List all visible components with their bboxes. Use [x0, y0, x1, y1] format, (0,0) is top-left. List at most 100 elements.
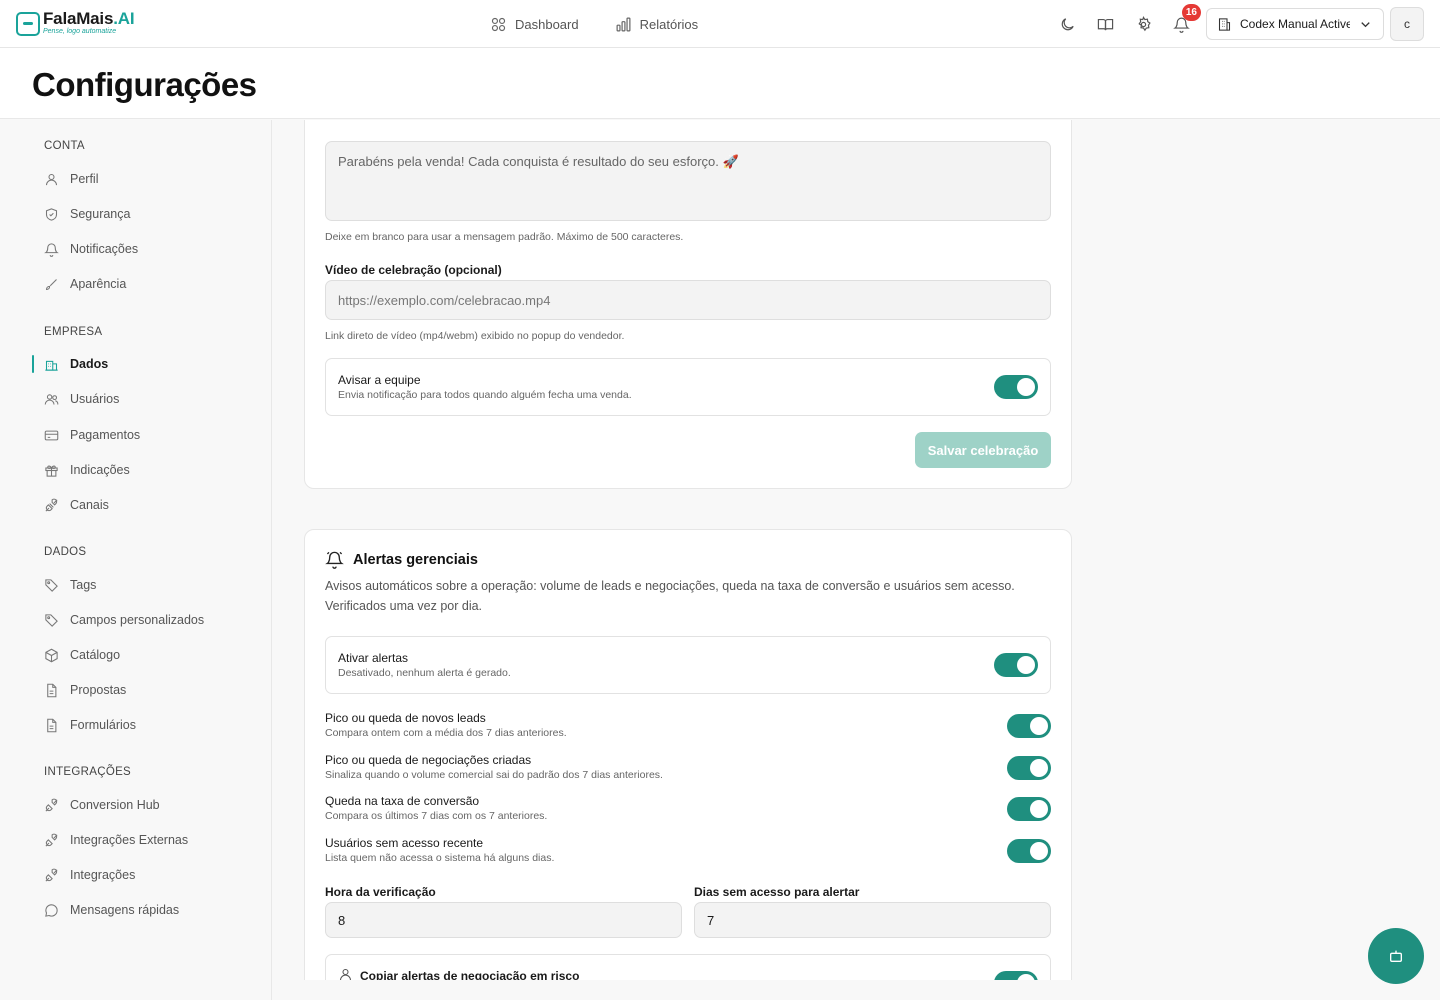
copy-risk-alerts-toggle[interactable]: [994, 971, 1038, 980]
sidebar-item-integracoes-externas[interactable]: Integrações Externas: [44, 828, 188, 852]
nav-reports[interactable]: Relatórios: [615, 16, 699, 33]
sidebar-item-label: Segurança: [70, 207, 131, 221]
inactive-days-input[interactable]: 7: [694, 902, 1051, 938]
alarm-bell-icon: [44, 242, 59, 257]
notifications-button[interactable]: 16: [1170, 4, 1201, 35]
alarm-bell-icon: [325, 551, 344, 569]
company-selector[interactable]: Codex Manual Active...: [1206, 8, 1384, 40]
alert-inactive-users-toggle[interactable]: [1007, 839, 1051, 863]
settings-content: Parabéns pela venda! Cada conquista é re…: [272, 120, 1440, 980]
notify-team-setting: Avisar a equipe Envia notificação para t…: [325, 358, 1051, 416]
settings-button[interactable]: [1132, 13, 1154, 35]
alert-conversion-drop-toggle[interactable]: [1007, 797, 1051, 821]
sidebar-item-seguranca[interactable]: Segurança: [44, 202, 130, 226]
brand-logo[interactable]: FalaMais.AI Pense, logo automatize: [16, 9, 135, 36]
bot-icon: [1390, 950, 1402, 962]
sidebar-item-label: Pagamentos: [70, 428, 141, 442]
sidebar-item-dados[interactable]: Dados: [31, 352, 108, 376]
enable-alerts-title: Ativar alertas: [338, 651, 409, 665]
sidebar-item-usuarios[interactable]: Usuários: [44, 387, 119, 411]
sidebar-item-integracoes[interactable]: Integrações: [44, 863, 135, 887]
user-avatar[interactable]: c: [1390, 7, 1424, 41]
sidebar-item-label: Propostas: [70, 683, 127, 697]
section-label-dados: DADOS: [44, 546, 87, 558]
alert-row-title: Queda na taxa de conversão: [325, 794, 480, 808]
grid-icon: [491, 17, 506, 31]
gift-icon: [45, 465, 58, 477]
sidebar-item-label: Catálogo: [70, 648, 121, 662]
sidebar-item-label: Conversion Hub: [70, 798, 160, 812]
package-icon: [45, 648, 58, 662]
sidebar-item-tags[interactable]: Tags: [44, 573, 96, 597]
building-icon: [45, 360, 58, 371]
sidebar-item-mensagens-rapidas[interactable]: Mensagens rápidas: [44, 898, 179, 922]
sidebar-item-label: Tags: [70, 578, 97, 592]
sidebar-item-label: Usuários: [70, 392, 120, 406]
enable-alerts-toggle[interactable]: [994, 653, 1038, 677]
sidebar-item-label: Campos personalizados: [70, 613, 205, 627]
sidebar-item-label: Aparência: [70, 277, 127, 291]
save-celebration-button[interactable]: Salvar celebração: [915, 432, 1051, 468]
sidebar-item-propostas[interactable]: Propostas: [44, 678, 126, 702]
inactive-days-label: Dias sem acesso para alertar: [694, 885, 860, 899]
chevron-down-icon: [1361, 21, 1370, 27]
check-hour-label: Hora da verificação: [325, 885, 436, 899]
top-actions: 16 Codex Manual Active... c: [1040, 4, 1424, 41]
sidebar-item-formularios[interactable]: Formulários: [44, 713, 136, 737]
file-icon: [47, 718, 57, 732]
user-icon: [339, 968, 352, 980]
section-label-integracoes: INTEGRAÇÕES: [44, 766, 132, 778]
alert-row-title: Pico ou queda de novos leads: [325, 711, 486, 725]
credit-card-icon: [44, 430, 59, 440]
alert-new-leads-toggle[interactable]: [1007, 714, 1051, 738]
sidebar-item-label: Perfil: [70, 172, 99, 186]
nav-reports-label: Relatórios: [639, 16, 699, 32]
alert-deals-created-toggle[interactable]: [1007, 756, 1051, 780]
sidebar-item-label: Indicações: [70, 463, 130, 477]
celebration-card: Parabéns pela venda! Cada conquista é re…: [304, 120, 1072, 489]
sidebar-item-aparencia[interactable]: Aparência: [44, 272, 126, 296]
sidebar-item-canais[interactable]: Canais: [44, 493, 109, 517]
sidebar-item-indicacoes[interactable]: Indicações: [44, 458, 130, 482]
plug-icon: [45, 833, 58, 847]
alert-row-new-leads: Pico ou queda de novos leads Compara ont…: [325, 711, 1051, 751]
theme-toggle-button[interactable]: [1056, 13, 1078, 35]
alert-row-title: Pico ou queda de negociações criadas: [325, 753, 532, 767]
page-header: Configurações: [0, 48, 1440, 119]
celebration-video-input[interactable]: https://exemplo.com/celebracao.mp4: [325, 280, 1051, 320]
celebration-video-hint: Link direto de vídeo (mp4/webm) exibido …: [325, 330, 625, 342]
enable-alerts-setting: Ativar alertas Desativado, nenhum alerta…: [325, 636, 1051, 694]
notify-team-title: Avisar a equipe: [338, 373, 421, 387]
sidebar-item-conversion-hub[interactable]: Conversion Hub: [44, 793, 160, 817]
brush-icon: [45, 278, 57, 290]
file-icon: [47, 683, 57, 697]
alert-row-title: Usuários sem acesso recente: [325, 836, 484, 850]
plug-icon: [45, 798, 58, 812]
sidebar-item-perfil[interactable]: Perfil: [44, 167, 98, 191]
check-hour-input[interactable]: 8: [325, 902, 682, 938]
assistant-bot-button[interactable]: [1368, 928, 1424, 984]
bar-chart-icon: [616, 17, 631, 31]
sidebar-item-pagamentos[interactable]: Pagamentos: [44, 423, 140, 447]
celebration-message-textarea[interactable]: Parabéns pela venda! Cada conquista é re…: [325, 141, 1051, 221]
sidebar-item-catalogo[interactable]: Catálogo: [44, 643, 120, 667]
copy-risk-alerts-title: Copiar alertas de negociação em risco: [360, 969, 580, 980]
brand-name-accent: .AI: [113, 9, 135, 28]
notify-team-toggle[interactable]: [994, 375, 1038, 399]
notify-team-desc: Envia notificação para todos quando algu…: [338, 389, 632, 401]
sidebar-item-label: Formulários: [70, 718, 136, 732]
copy-risk-alerts-setting: Copiar alertas de negociação em risco: [325, 954, 1051, 980]
plug-icon: [45, 498, 58, 512]
alert-row-desc: Compara os últimos 7 dias com os 7 anter…: [325, 810, 548, 822]
enable-alerts-desc: Desativado, nenhum alerta é gerado.: [338, 667, 511, 679]
moon-icon: [1061, 17, 1074, 30]
nav-dashboard-label: Dashboard: [515, 16, 579, 32]
sidebar-item-label: Integrações Externas: [70, 833, 189, 847]
section-label-conta: CONTA: [44, 140, 85, 152]
docs-button[interactable]: [1094, 13, 1116, 35]
brand-name: FalaMais: [43, 9, 114, 28]
celebration-video-label: Vídeo de celebração (opcional): [325, 263, 502, 277]
sidebar-item-notificacoes[interactable]: Notificações: [44, 237, 138, 261]
sidebar-item-campos[interactable]: Campos personalizados: [44, 608, 204, 632]
nav-dashboard[interactable]: Dashboard: [490, 16, 579, 33]
